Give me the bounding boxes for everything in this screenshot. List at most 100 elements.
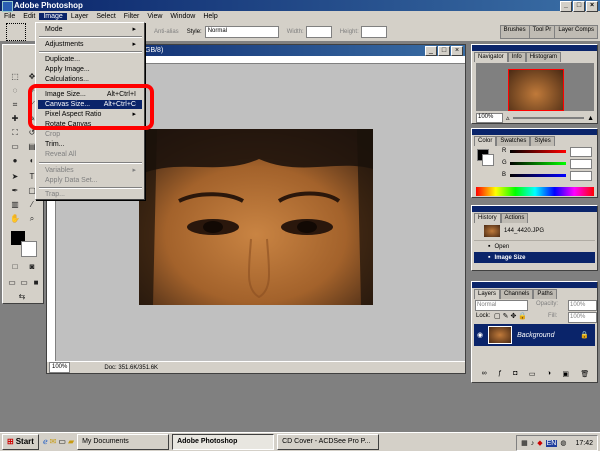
doc-close-button[interactable]: × <box>451 46 463 56</box>
g-slider[interactable] <box>510 162 566 165</box>
menu-select[interactable]: Select <box>92 13 119 20</box>
menu-item-apply-image[interactable]: Apply Image... <box>38 65 142 74</box>
lasso-tool-icon[interactable]: ◌ <box>8 85 22 97</box>
layer-set-icon[interactable]: ▭ <box>529 370 536 380</box>
doc-maximize-button[interactable]: □ <box>438 46 450 56</box>
well-tool-presets[interactable]: Tool Pr <box>528 25 555 38</box>
folder-icon[interactable]: ▰ <box>68 437 74 446</box>
b-input[interactable] <box>570 171 592 181</box>
tray-icon-volume[interactable]: ♪ <box>531 440 535 447</box>
link-layers-icon[interactable]: ∞ <box>482 370 487 380</box>
desktop-icon[interactable]: ▭ <box>58 437 66 446</box>
start-button[interactable]: ⊞ Start <box>2 433 39 450</box>
tab-history[interactable]: History <box>474 213 501 223</box>
tab-info[interactable]: Info <box>507 52 526 62</box>
width-input[interactable] <box>305 25 332 38</box>
zoom-tool-icon[interactable]: ⌕ <box>25 213 39 225</box>
tab-paths[interactable]: Paths <box>533 289 557 299</box>
layer-mask-icon[interactable]: ◘ <box>513 370 517 380</box>
menu-item-mode[interactable]: Mode ▸ <box>38 25 142 34</box>
menu-edit[interactable]: Edit <box>19 13 39 20</box>
background-color-swatch[interactable] <box>21 241 37 257</box>
task-my-documents[interactable]: My Documents <box>77 433 170 450</box>
tray-icon-misc[interactable]: ◍ <box>560 439 566 447</box>
menu-file[interactable]: File <box>0 13 19 20</box>
well-layer-comps[interactable]: Layer Comps <box>554 25 597 38</box>
adjustment-layer-icon[interactable]: ◑ <box>547 370 551 380</box>
menu-item-duplicate[interactable]: Duplicate... <box>38 55 142 64</box>
menu-view[interactable]: View <box>143 13 166 20</box>
task-acdsee[interactable]: CD Cover - ACDSee Pro P... <box>277 433 380 450</box>
crop-tool-icon[interactable]: ⌗ <box>8 99 22 111</box>
tray-icon-network[interactable]: ▦ <box>521 439 528 447</box>
doc-minimize-button[interactable]: _ <box>425 46 437 56</box>
history-item-image-size[interactable]: ▪ Image Size <box>474 252 595 263</box>
tab-histogram[interactable]: Histogram <box>525 52 562 62</box>
antialias-checkbox[interactable]: Anti-alias <box>154 29 179 35</box>
color-background-swatch[interactable] <box>482 154 494 166</box>
eye-icon[interactable]: ◉ <box>477 331 483 339</box>
menu-item-calculations[interactable]: Calculations... <box>38 75 142 84</box>
tab-channels[interactable]: Channels <box>500 289 534 299</box>
tray-icon-shield[interactable]: ◆ <box>537 439 542 447</box>
navigator-zoom-slider[interactable] <box>512 117 585 119</box>
eraser-tool-icon[interactable]: ▭ <box>8 141 22 153</box>
tab-actions[interactable]: Actions <box>500 213 529 223</box>
menu-filter[interactable]: Filter <box>120 13 144 20</box>
delete-layer-icon[interactable]: 🗑 <box>580 370 589 380</box>
layer-row-background[interactable]: ◉ Background 🔒 <box>474 324 595 346</box>
path-select-icon[interactable]: ➤ <box>8 171 22 183</box>
quickmask-on-icon[interactable]: ◙ <box>25 261 39 273</box>
notes-tool-icon[interactable]: ▥ <box>8 199 22 211</box>
healing-brush-icon[interactable]: ✚ <box>8 113 22 125</box>
menu-image[interactable]: Image <box>39 13 67 20</box>
b-slider[interactable] <box>510 174 566 177</box>
doc-size-info[interactable]: Doc: 351.6K/351.6K <box>104 365 158 371</box>
ie-icon[interactable]: ℯ <box>43 437 48 446</box>
jump-to-imageready-icon[interactable]: ⇆ <box>15 291 29 303</box>
menu-item-adjustments[interactable]: Adjustments ▸ <box>38 40 142 49</box>
task-adobe-photoshop[interactable]: Adobe Photoshop <box>172 433 275 450</box>
tab-layers[interactable]: Layers <box>474 289 501 299</box>
height-input[interactable] <box>360 25 387 38</box>
navigator-zoom-field[interactable]: 100% <box>476 113 503 123</box>
new-layer-icon[interactable]: ▣ <box>562 370 569 380</box>
color-ramp[interactable] <box>476 187 594 196</box>
tab-swatches[interactable]: Swatches <box>496 136 531 146</box>
lock-icons[interactable]: ▢✎✥🔒 <box>494 312 529 320</box>
marquee-tool-icon[interactable]: ⬚ <box>8 71 22 83</box>
hand-tool-icon[interactable]: ✋ <box>8 213 22 225</box>
menu-layer[interactable]: Layer <box>67 13 93 20</box>
quickmask-off-icon[interactable]: □ <box>8 261 22 273</box>
tab-navigator[interactable]: Navigator <box>474 52 508 62</box>
navigator-preview[interactable] <box>476 63 594 111</box>
menu-window[interactable]: Window <box>166 13 199 20</box>
zoom-field[interactable]: 100% <box>49 362 71 373</box>
r-input[interactable] <box>570 147 592 157</box>
pen-tool-icon[interactable]: ✒ <box>8 185 22 197</box>
r-slider[interactable] <box>510 150 566 153</box>
menu-help[interactable]: Help <box>199 13 221 20</box>
photo-canvas[interactable] <box>139 129 373 305</box>
tab-color[interactable]: Color <box>474 136 497 146</box>
style-select[interactable]: Normal <box>204 25 279 38</box>
zoom-in-icon[interactable]: ▲ <box>587 115 594 122</box>
outlook-icon[interactable]: ✉ <box>50 437 57 446</box>
eyedropper-icon[interactable]: ⁄ <box>25 199 39 211</box>
language-indicator[interactable]: EN <box>545 439 558 447</box>
blend-mode-select[interactable]: Normal <box>475 300 528 311</box>
zoom-out-icon[interactable]: ▵ <box>506 114 510 122</box>
fill-input[interactable]: 100% <box>568 312 597 323</box>
well-brushes[interactable]: Brushes <box>500 25 529 38</box>
opacity-input[interactable]: 100% <box>568 300 597 311</box>
tab-styles[interactable]: Styles <box>530 136 555 146</box>
menu-item-trim[interactable]: Trim... <box>38 140 142 149</box>
blur-tool-icon[interactable]: ● <box>8 155 22 167</box>
layer-style-icon[interactable]: ƒ <box>498 370 502 380</box>
g-input[interactable] <box>570 159 592 169</box>
marquee-preset-icon[interactable] <box>6 22 26 41</box>
screen-mode-full-icon[interactable]: ■ <box>29 277 43 289</box>
history-snapshot-row[interactable]: 144_4420.JPG <box>474 224 595 238</box>
stamp-tool-icon[interactable]: ⛶ <box>8 127 22 139</box>
history-item-open[interactable]: ▪ Open <box>474 240 595 252</box>
